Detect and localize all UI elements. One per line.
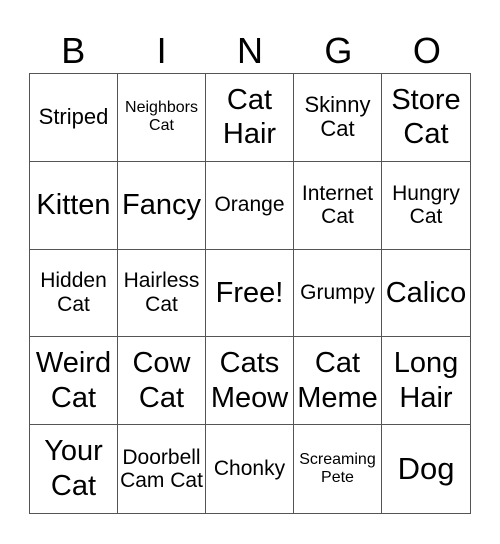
bingo-cell[interactable]: Cow Cat: [118, 337, 206, 426]
bingo-cell[interactable]: Orange: [206, 161, 294, 250]
bingo-cell[interactable]: Chonky: [206, 425, 294, 513]
header-letter-b: B: [61, 30, 86, 71]
header-letter-o: O: [412, 30, 441, 71]
bingo-cell[interactable]: Your Cat: [30, 425, 118, 513]
bingo-cell[interactable]: Hairless Cat: [118, 249, 206, 338]
bingo-cell[interactable]: Hungry Cat: [382, 162, 470, 250]
header-letter-i: I: [156, 30, 167, 71]
bingo-cell[interactable]: Neighbors Cat: [118, 74, 206, 162]
bingo-cell[interactable]: Kitten: [30, 161, 118, 250]
bingo-cell[interactable]: Long Hair: [382, 337, 470, 426]
bingo-cell[interactable]: Calico: [382, 250, 470, 338]
bingo-cell[interactable]: Cats Meow: [206, 337, 294, 426]
bingo-cell[interactable]: Store Cat: [382, 74, 470, 162]
bingo-cell[interactable]: Internet Cat: [294, 161, 382, 250]
bingo-cell[interactable]: Grumpy: [294, 249, 382, 338]
bingo-cell[interactable]: Skinny Cat: [294, 74, 382, 162]
header-letter-n: N: [237, 30, 264, 71]
bingo-cell[interactable]: Fancy: [118, 161, 206, 250]
bingo-header: B I N G O: [29, 30, 471, 72]
bingo-cell[interactable]: Dog: [382, 425, 470, 513]
bingo-cell[interactable]: Weird Cat: [30, 337, 118, 426]
header-letter-g: G: [324, 30, 353, 71]
bingo-cell[interactable]: Cat Meme: [294, 337, 382, 426]
free-space-cell[interactable]: Free!: [206, 249, 294, 338]
bingo-grid: Striped Neighbors Cat Cat Hair Skinny Cat St…: [29, 73, 471, 514]
bingo-cell[interactable]: Striped: [30, 74, 118, 162]
bingo-cell[interactable]: Hidden Cat: [30, 249, 118, 338]
bingo-cell[interactable]: Cat Hair: [206, 74, 294, 162]
bingo-cell[interactable]: Doorbell Cam Cat: [118, 425, 206, 513]
bingo-cell[interactable]: Screaming Pete: [294, 425, 382, 513]
